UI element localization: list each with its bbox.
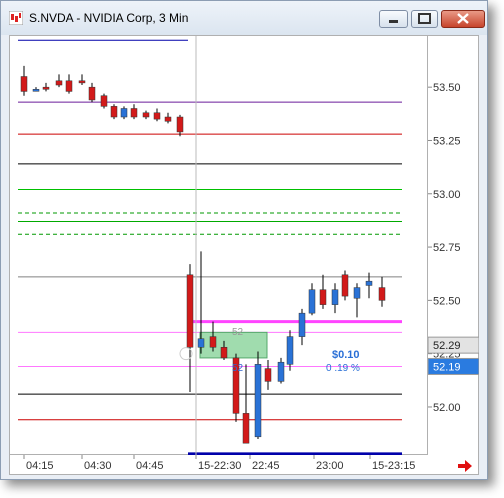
scroll-right-arrow-icon[interactable] [428,455,479,475]
candle-body [55,80,63,86]
candle-body [286,336,294,365]
price-tag-label: 52.29 [433,340,461,352]
change-amount: $0.10 [332,349,360,361]
minimize-icon [389,20,398,23]
candle-body [319,289,327,305]
candle-body [142,112,150,118]
close-icon [457,13,469,24]
chart-window: S.NVDA - NVIDIA Corp, 3 Min 52 52 $0.10 0 .… [0,0,488,480]
candle-body [78,80,86,84]
candle-body [209,336,217,348]
candle-body [42,86,50,90]
price-axis-scale: 53.5053.2553.0052.7552.5052.2552.0052.29… [427,82,480,414]
zone-label-lower: 52 [232,363,244,374]
maximize-icon [418,13,431,24]
y-tick-label: 53.00 [433,189,461,201]
y-tick-label: 52.50 [433,295,461,307]
candle-body [331,289,339,305]
window-title: S.NVDA - NVIDIA Corp, 3 Min [29,11,189,25]
candle-body [264,368,272,382]
price-chart: 52 52 $0.10 0 .19 % [18,36,402,456]
candle-body [378,287,386,301]
candle-body [65,80,73,92]
x-tick-label: 04:30 [84,460,112,472]
candle-body [20,76,28,92]
candle-body [365,280,373,286]
price-tag-label: 52.19 [433,361,461,373]
x-tick-label: 15-23:15 [372,460,415,472]
change-percent: 0 .19 % [326,363,360,374]
y-tick-label: 52.00 [433,402,461,414]
candle-body [254,364,262,438]
x-tick-label: 04:45 [136,460,164,472]
minimize-button[interactable] [379,10,408,28]
candle-body [130,108,138,118]
y-tick-label: 53.25 [433,135,461,147]
candle-body [32,89,40,92]
title-bar[interactable]: S.NVDA - NVIDIA Corp, 3 Min [1,1,487,35]
candle-body [88,86,96,101]
y-tick-label: 53.50 [433,82,461,94]
close-button[interactable] [441,10,485,28]
candle-body [197,338,205,348]
y-tick-label: 52.75 [433,242,461,254]
candle-body [164,116,172,122]
candle-body [298,312,306,337]
candle-body [308,289,316,314]
candle-body [100,95,108,107]
candle-body [277,361,285,382]
x-tick-label: 23:00 [316,460,344,472]
maximize-button[interactable] [411,10,438,28]
zone-label-upper: 52 [232,327,244,338]
candle-body [120,108,128,118]
time-axis[interactable]: 04:15 04:30 04:45 15-22:30 22:45 23:00 15-23:1… [9,455,428,475]
price-axis[interactable]: 53.50 53.25 53.00 52.75 52.50 52.25 52.00 52.29… [427,35,480,455]
candle-body [153,112,161,120]
candle-body [242,413,250,444]
app-chart-icon [9,11,23,25]
time-axis-scale: 04:15 04:30 04:45 15-22:30 22:45 23:00 15-23:1… [23,455,415,472]
x-tick-label: 04:15 [26,460,54,472]
candle-body [353,287,361,299]
x-tick-label: 15-22:30 [198,460,241,472]
axis-corner[interactable] [428,455,479,475]
price-chart-area[interactable]: 52 52 $0.10 0 .19 % [9,35,428,456]
x-tick-label: 22:45 [252,460,280,472]
candle-body [176,116,184,133]
candle-body [186,274,194,348]
candle-body [341,274,349,297]
candle-body [220,347,228,359]
candle-body [110,106,118,118]
